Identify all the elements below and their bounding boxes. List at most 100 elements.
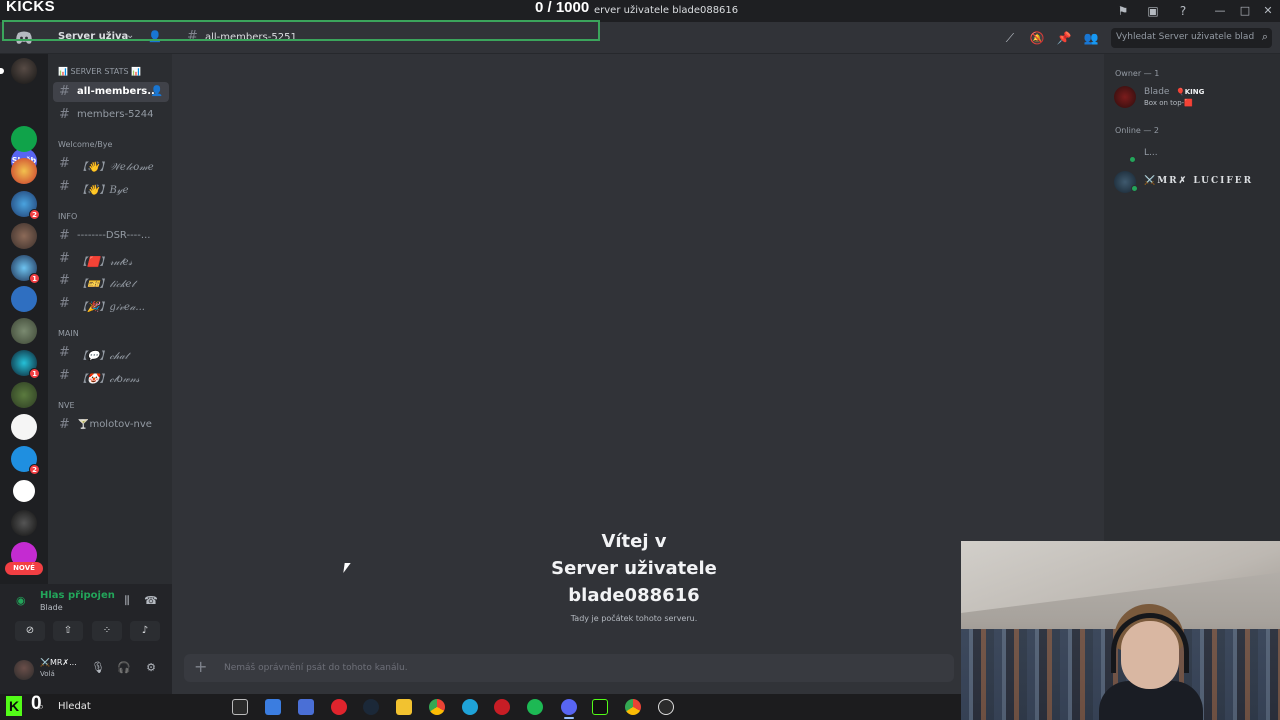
server-icon-12[interactable]	[11, 414, 37, 440]
steam-icon[interactable]	[363, 699, 379, 715]
server-icon-7[interactable]: 1	[11, 255, 40, 284]
member-name[interactable]: L...	[1144, 148, 1158, 158]
maximize-icon[interactable]: □	[1235, 2, 1255, 20]
webcam-overlay	[961, 541, 1280, 720]
discord-window: KICKS 0 / 1000 erver uživatele blade0886…	[0, 0, 1280, 720]
hash-icon: #	[59, 179, 70, 194]
chrome-profile-icon[interactable]	[625, 699, 641, 715]
spotify-icon[interactable]	[527, 699, 543, 715]
hash-icon: #	[59, 417, 70, 432]
soundboard-button[interactable]: ♪	[130, 621, 160, 641]
obs-icon[interactable]	[658, 699, 674, 715]
channel-bye[interactable]: # 【👋】𝐵𝓎𝑒	[53, 177, 169, 197]
voice-connected-status[interactable]: Hlas připojen	[40, 590, 115, 601]
channel-members[interactable]: # members-5244	[53, 105, 169, 125]
store-icon[interactable]	[298, 699, 314, 715]
disconnect-icon[interactable]: ☎	[143, 593, 159, 609]
server-icon-bs[interactable]	[11, 286, 37, 312]
channel-all-members[interactable]: # all-members... 👤	[53, 82, 169, 102]
minimize-icon[interactable]: —	[1210, 2, 1230, 20]
server-icon-6[interactable]	[11, 223, 37, 249]
activities-button[interactable]: ⁘	[92, 621, 122, 641]
app-red-icon[interactable]	[494, 699, 510, 715]
user-panel: ◉ Hlas připojen Blade ⫼ ☎ ⊘ ⇧ ⁘ ♪ ⚔️MR✗.…	[0, 584, 172, 694]
channel-ticket[interactable]: # 【🎫】𝓉𝒾𝒸𝓀𝑒𝓉	[53, 271, 169, 291]
server-icon-kick[interactable]	[11, 126, 37, 152]
discord-icon[interactable]	[561, 699, 577, 715]
channel-label: 【💬】𝒸𝒽𝒶𝓉	[77, 351, 129, 362]
avatar[interactable]	[1114, 86, 1136, 108]
edge-icon[interactable]	[462, 699, 478, 715]
screen-share-icon[interactable]: ▣	[1145, 3, 1161, 19]
role-label: KING	[1184, 88, 1205, 96]
window-title: erver uživatele blade088616	[594, 5, 739, 16]
channel-label: 🍸molotov-nve	[77, 419, 152, 430]
hash-icon: #	[59, 296, 70, 311]
message-composer[interactable]: + Nemáš oprávnění psát do tohoto kanálu.	[184, 654, 954, 682]
search-input[interactable]: Vyhledat Server uživatele blade0... ⌕	[1111, 28, 1272, 48]
category-welcome-bye[interactable]: Welcome/Bye	[58, 140, 112, 149]
noise-suppression-icon[interactable]: ⫼	[119, 593, 135, 609]
mute-notifications-icon[interactable]: 🔕	[1029, 30, 1045, 46]
help-icon[interactable]: ?	[1175, 3, 1191, 19]
member-group-owner: Owner — 1	[1115, 69, 1160, 78]
search-placeholder: Vyhledat Server uživatele blade0...	[1116, 32, 1254, 42]
category-main[interactable]: MAIN	[58, 329, 79, 338]
settings-gear-icon[interactable]: ⚙	[143, 660, 159, 676]
weather-widget-icon[interactable]	[265, 699, 281, 715]
kicks-overlay-brand: KICKS	[6, 0, 56, 15]
hash-icon: #	[59, 345, 70, 360]
channel-welcome[interactable]: # 【👋】𝒲𝑒𝓁𝒸𝑜𝓂𝑒	[53, 154, 169, 174]
headphones-icon[interactable]: 🎧	[116, 660, 132, 676]
channel-molotov-nve[interactable]: # 🍸molotov-nve	[53, 415, 169, 435]
server-icon-13[interactable]: 2	[11, 446, 40, 475]
member-list-icon[interactable]: 👥	[1083, 30, 1099, 46]
server-icon-1[interactable]	[0, 58, 37, 84]
task-view-icon[interactable]	[232, 699, 248, 715]
server-icon-5[interactable]: 2	[11, 191, 40, 220]
search-icon: ⌕	[1261, 30, 1268, 43]
channel-label: 【🟥】𝓇𝓊𝓁𝑒𝓈	[77, 257, 133, 268]
capcut-icon[interactable]	[592, 699, 608, 715]
server-icon-9[interactable]	[11, 318, 37, 344]
category-info[interactable]: INFO	[58, 212, 77, 221]
member-name-owner[interactable]: Blade	[1144, 87, 1169, 97]
server-icon-14[interactable]	[11, 478, 37, 504]
channel-giveaway[interactable]: # 【🎉】𝑔𝒾𝓋𝑒𝒶...	[53, 294, 169, 314]
channel-rules[interactable]: # 【🟥】𝓇𝓊𝓁𝑒𝓈	[53, 249, 169, 269]
pin-icon[interactable]: 📌	[1056, 30, 1072, 46]
share-screen-button[interactable]: ⇧	[53, 621, 83, 641]
threads-icon[interactable]: ⟋	[1002, 30, 1018, 46]
category-nve[interactable]: NVE	[58, 401, 75, 410]
search-icon[interactable]: ⌕	[38, 700, 44, 714]
channel-sidebar: 📊 SERVER STATS 📊 # all-members... 👤 # me…	[48, 54, 172, 584]
close-icon[interactable]: ✕	[1258, 2, 1278, 20]
taskbar-search[interactable]: Hledat	[58, 701, 91, 712]
new-servers-badge[interactable]: NOVÉ	[5, 562, 43, 575]
add-user-icon[interactable]: 👤	[151, 86, 163, 97]
channel-chat[interactable]: # 【💬】𝒸𝒽𝒶𝓉	[53, 343, 169, 363]
channel-label: members-5244	[77, 109, 154, 120]
user-name[interactable]: ⚔️MR✗...	[40, 658, 80, 667]
channel-dsr[interactable]: # --------DSR----...	[53, 226, 169, 246]
opera-icon[interactable]	[331, 699, 347, 715]
camera-off-button[interactable]: ⊘	[15, 621, 45, 641]
voice-channel-name[interactable]: Blade	[40, 603, 63, 612]
hash-icon: #	[59, 228, 70, 243]
avatar[interactable]	[14, 660, 34, 680]
microphone-icon[interactable]: 🎙	[90, 660, 106, 676]
member-name[interactable]: ⚔️MR✗ LUCIFER	[1144, 176, 1253, 186]
file-explorer-icon[interactable]	[396, 699, 412, 715]
chrome-icon[interactable]	[429, 699, 445, 715]
composer-placeholder: Nemáš oprávnění psát do tohoto kanálu.	[224, 663, 408, 673]
follower-counter: 0 / 1000	[535, 0, 590, 16]
server-icon-15[interactable]	[11, 510, 37, 536]
channel-clowns[interactable]: # 【🤡】𝒸𝓁𝑜𝓌𝓃𝓈	[53, 366, 169, 386]
server-icon-11[interactable]	[11, 382, 37, 408]
inbox-flag-icon[interactable]: ⚑	[1115, 3, 1131, 19]
server-icon-10[interactable]: 1	[11, 350, 40, 379]
category-server-stats[interactable]: 📊 SERVER STATS 📊	[58, 67, 141, 76]
add-attachment-icon[interactable]: +	[194, 657, 207, 676]
server-icon-4[interactable]	[11, 158, 37, 184]
selected-pip	[0, 68, 4, 74]
